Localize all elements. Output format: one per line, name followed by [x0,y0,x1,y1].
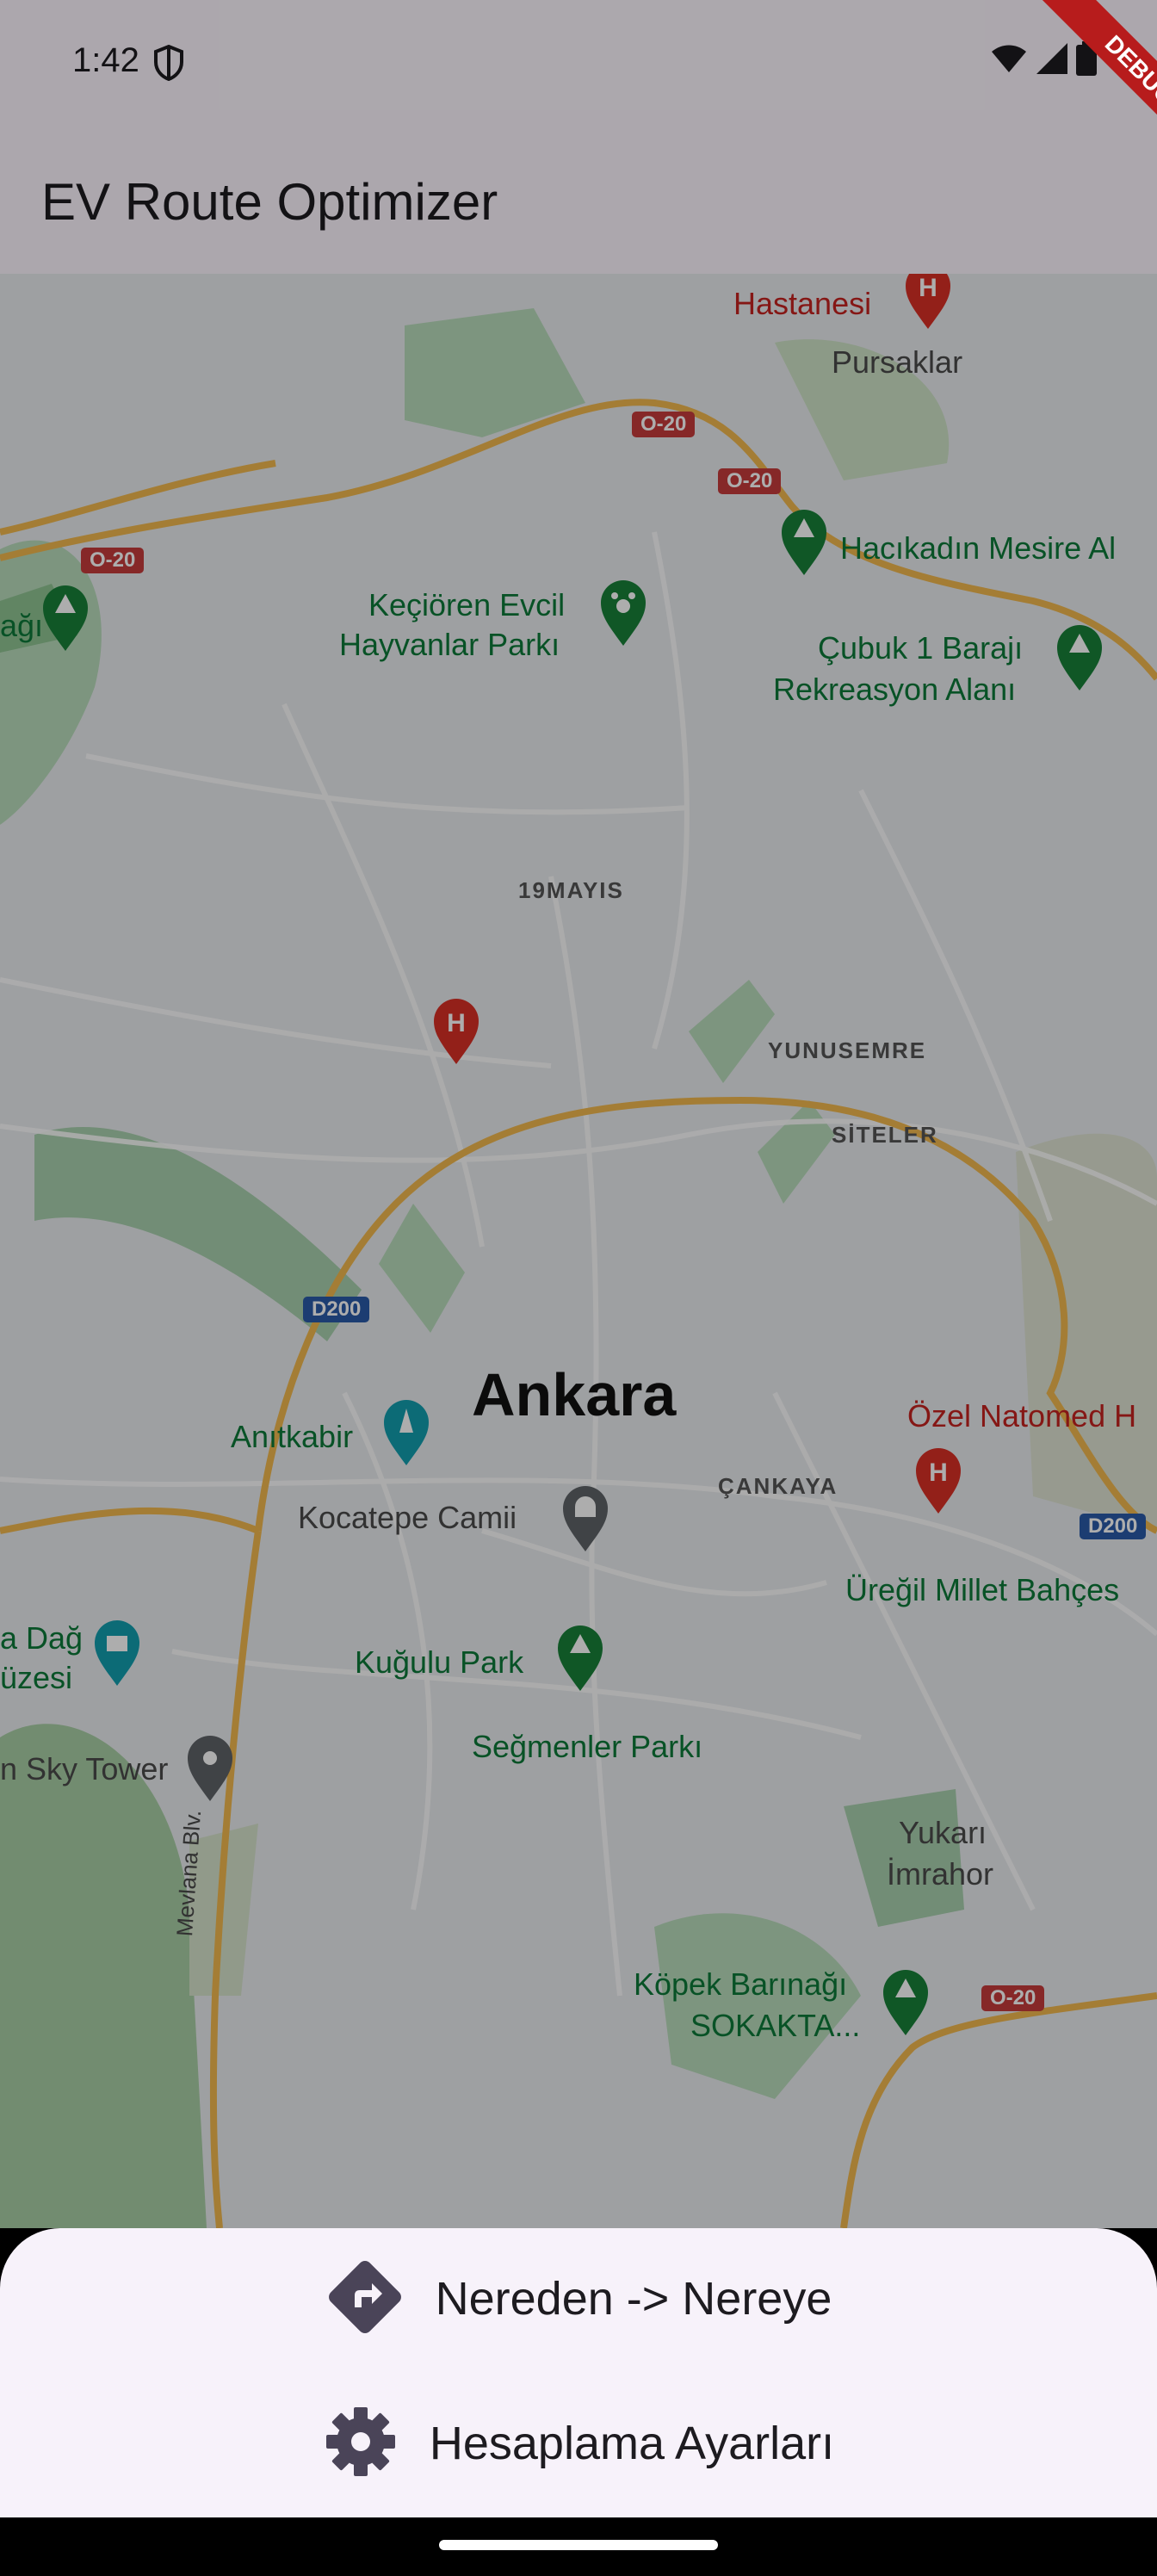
debug-label: DEBUG [1041,0,1157,170]
home-gesture-handle[interactable] [439,2540,718,2550]
gear-icon [323,2404,399,2484]
route-option-label: Nereden -> Nereye [435,2273,832,2325]
bottom-sheet: Nereden -> Nereye Hesaplama Ayarları [0,2228,1157,2517]
calculation-settings-label: Hesaplama Ayarları [429,2418,835,2469]
directions-icon [325,2257,405,2341]
calculation-settings-option[interactable]: Hesaplama Ayarları [0,2375,1157,2512]
modal-scrim[interactable] [0,0,1157,2228]
debug-banner: DEBUG [985,0,1157,172]
route-option[interactable]: Nereden -> Nereye [0,2230,1157,2368]
